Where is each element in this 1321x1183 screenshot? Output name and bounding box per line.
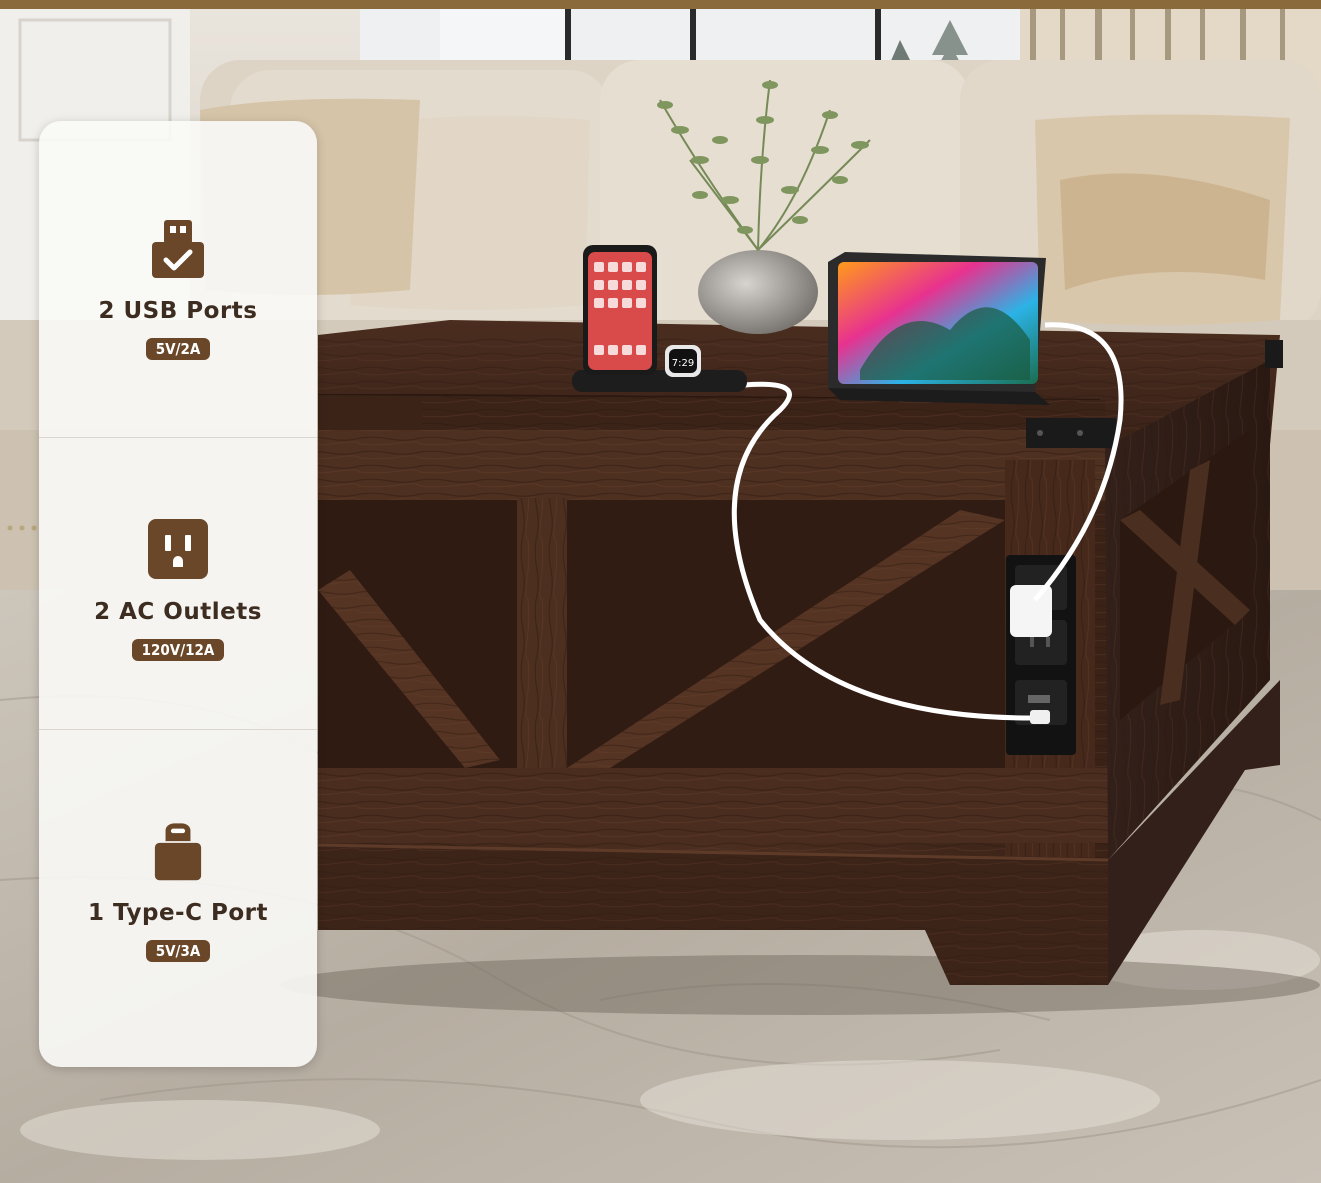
- type-c-title: 1 Type-C Port: [88, 900, 268, 926]
- feature-ac-outlet: 2 AC Outlets 120V/12A: [39, 517, 317, 661]
- feature-usb: 2 USB Ports 5V/2A: [39, 216, 317, 360]
- features-panel: 2 USB Ports 5V/2A 2 AC Outlets 120V/12A …: [39, 121, 317, 1067]
- divider: [39, 437, 317, 438]
- ac-outlet-spec-badge: 120V/12A: [131, 639, 225, 661]
- feature-type-c: 1 Type-C Port 5V/3A: [39, 818, 317, 962]
- ac-outlet-title: 2 AC Outlets: [94, 599, 262, 625]
- divider: [39, 729, 317, 730]
- usb-title: 2 USB Ports: [98, 298, 258, 324]
- watch-time: 7:29: [672, 358, 694, 369]
- type-c-spec-badge: 5V/3A: [145, 940, 211, 962]
- usb-icon: [152, 220, 204, 278]
- usb-spec-badge: 5V/2A: [145, 338, 211, 360]
- type-c-icon: [154, 823, 202, 881]
- ac-outlet-icon: [148, 519, 208, 579]
